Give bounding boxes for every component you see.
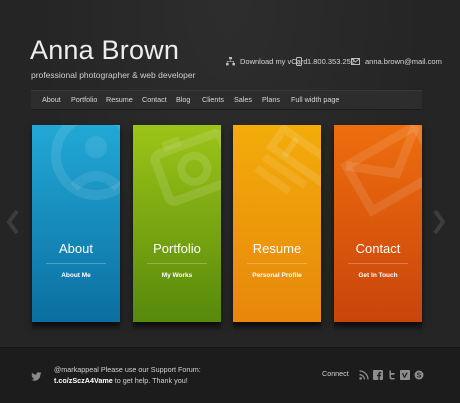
card-resume[interactable]	[233, 125, 321, 322]
skype-icon[interactable]: S	[414, 367, 424, 380]
email-contact[interactable]: anna.brown@mail.com	[351, 55, 442, 67]
page: Anna Brown professional photographer & w…	[0, 0, 460, 403]
card-contact-divider	[348, 263, 408, 264]
slider-prev-button[interactable]	[6, 207, 20, 237]
rss-icon[interactable]	[359, 367, 369, 380]
camera-icon	[133, 125, 221, 240]
facebook-icon[interactable]	[373, 367, 383, 380]
sitemap-icon	[226, 56, 235, 66]
card-about-title: About	[59, 241, 93, 256]
phone-contact: 1.800.353.252	[296, 55, 355, 67]
card-shadow	[233, 322, 321, 332]
card-contact-title: Contact	[355, 241, 401, 256]
card-shadow	[32, 322, 120, 332]
nav-item-about[interactable]: About	[42, 91, 61, 109]
connect-label: Connect	[322, 369, 349, 378]
nav-item-portfolio[interactable]: Portfolio	[71, 91, 97, 109]
user-icon	[32, 125, 120, 240]
card-about-subtitle[interactable]: About Me	[32, 272, 120, 279]
mail-icon	[334, 125, 422, 240]
phone-number: 1.800.353.252	[307, 56, 355, 66]
footer: @markappeal Please use our Support Forum…	[0, 347, 460, 403]
card-portfolio[interactable]	[133, 125, 221, 322]
slider-next-button[interactable]	[432, 207, 446, 237]
phone-icon	[296, 56, 302, 66]
site-title[interactable]: Anna Brown	[30, 37, 179, 64]
chevron-left-icon	[6, 209, 20, 241]
tweet-link[interactable]: t.co/zSczA4Vame	[54, 376, 113, 385]
vimeo-icon[interactable]	[400, 367, 410, 380]
nav-item-sales[interactable]: Sales	[234, 91, 252, 109]
nav-item-full-width-page[interactable]: Full width page	[291, 91, 339, 109]
nav-item-blog[interactable]: Blog	[176, 91, 190, 109]
nav-item-plans[interactable]: Plans	[262, 91, 280, 109]
card-resume-divider	[247, 263, 307, 264]
twitter-icon[interactable]	[387, 367, 397, 380]
card-resume-subtitle[interactable]: Personal Profile	[233, 272, 321, 279]
card-contact[interactable]	[334, 125, 422, 322]
card-portfolio-title: Portfolio	[153, 241, 201, 256]
card-shadow	[334, 322, 422, 332]
card-portfolio-subtitle[interactable]: My Works	[133, 272, 221, 279]
mail-icon	[351, 57, 360, 65]
card-about[interactable]	[32, 125, 120, 322]
card-contact-subtitle[interactable]: Get In Touch	[334, 272, 422, 279]
card-about-divider	[46, 263, 106, 264]
pencil-icon	[233, 125, 321, 240]
nav-item-clients[interactable]: Clients	[202, 91, 224, 109]
card-resume-title: Resume	[252, 241, 302, 256]
site-tagline: professional photographer & web develope…	[31, 70, 196, 80]
card-portfolio-divider	[147, 263, 207, 264]
nav-item-contact[interactable]: Contact	[142, 91, 167, 109]
latest-tweet: @markappeal Please use our Support Forum…	[54, 364, 259, 386]
main-nav: About Portfolio Resume Contact Blog Clie…	[31, 90, 422, 110]
svg-text:S: S	[417, 373, 422, 380]
tweet-text-end: to get help. Thank you!	[112, 376, 188, 385]
tweet-text: @markappeal Please use our Support Forum…	[54, 365, 201, 374]
card-shadow	[133, 322, 221, 332]
twitter-bird-icon	[31, 368, 42, 386]
nav-item-resume[interactable]: Resume	[106, 91, 133, 109]
email-address: anna.brown@mail.com	[365, 56, 442, 66]
chevron-right-icon	[432, 209, 446, 241]
